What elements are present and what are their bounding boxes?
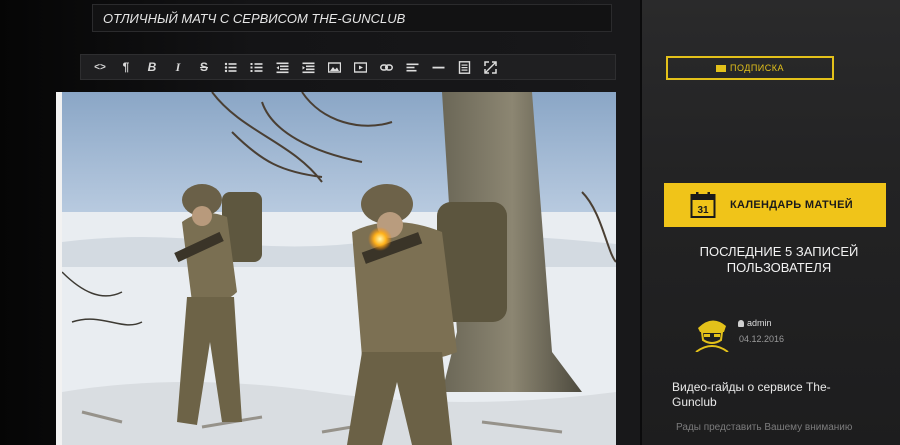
avatar[interactable] (694, 314, 730, 352)
html-code-button[interactable]: <> (87, 55, 113, 79)
italic-button[interactable]: I (165, 55, 191, 79)
strikethrough-icon: S (199, 60, 208, 74)
post-title-input[interactable]: ОТЛИЧНЫЙ МАТЧ С СЕРВИСОМ THE-GUNCLUB (92, 4, 612, 32)
user-icon (738, 320, 744, 328)
align-left-icon (406, 63, 418, 71)
insert-video-button[interactable] (347, 55, 373, 79)
outdent-button[interactable] (269, 55, 295, 79)
align-button[interactable] (399, 55, 425, 79)
content-image-frame (56, 92, 616, 445)
source-button[interactable] (451, 55, 477, 79)
subscribe-label: ПОДПИСКА (729, 63, 785, 73)
document-icon (458, 60, 470, 74)
insert-image-button[interactable] (321, 55, 347, 79)
numbered-list-icon (250, 62, 262, 72)
post-date: 04.12.2016 (739, 334, 785, 344)
calendar-label: КАЛЕНДАРЬ МАТЧЕЙ (730, 199, 853, 211)
bold-icon: B (147, 60, 157, 74)
bullet-list-icon (224, 62, 236, 72)
indent-button[interactable] (295, 55, 321, 79)
insert-link-button[interactable] (373, 55, 399, 79)
expand-icon (483, 60, 497, 74)
italic-icon: I (175, 59, 181, 74)
sidebar: ПОДПИСКА 31 КАЛЕНДАРЬ МАТЧЕЙ ПОСЛЕДНИЕ 5… (642, 0, 900, 445)
calendar-day-number: 31 (697, 205, 709, 216)
image-icon (327, 61, 341, 73)
link-icon (379, 63, 393, 71)
recent-posts-heading: ПОСЛЕДНИЕ 5 ЗАПИСЕЙ ПОЛЬЗОВАТЕЛЯ (699, 244, 859, 275)
soldiers-photo (62, 92, 616, 445)
post-author[interactable]: admin (738, 318, 772, 328)
bold-button[interactable]: B (139, 55, 165, 79)
ordered-list-button[interactable] (243, 55, 269, 79)
paragraph-button[interactable]: ¶ (113, 55, 139, 79)
subscribe-button[interactable]: ПОДПИСКА (666, 56, 834, 80)
outdent-icon (276, 62, 288, 73)
subscription-icon (715, 65, 726, 73)
paragraph-icon: ¶ (122, 60, 130, 74)
post-excerpt: Рады представить Вашему вниманию (676, 422, 853, 433)
calendar-icon: 31 (690, 192, 716, 218)
editor-toolbar: <> ¶ B I S (80, 54, 616, 80)
match-calendar-button[interactable]: 31 КАЛЕНДАРЬ МАТЧЕЙ (664, 183, 886, 227)
post-title-link[interactable]: Видео-гайды о сервисе The-Gunclub (672, 380, 872, 410)
indent-icon (302, 62, 314, 73)
author-name: admin (747, 318, 772, 328)
unordered-list-button[interactable] (217, 55, 243, 79)
code-icon: <> (94, 61, 106, 73)
horizontal-rule-icon (432, 66, 444, 68)
editor-area: ОТЛИЧНЫЙ МАТЧ С СЕРВИСОМ THE-GUNCLUB <> … (0, 0, 640, 445)
video-icon (353, 61, 367, 73)
strikethrough-button[interactable]: S (191, 55, 217, 79)
horizontal-rule-button[interactable] (425, 55, 451, 79)
fullscreen-button[interactable] (477, 55, 503, 79)
